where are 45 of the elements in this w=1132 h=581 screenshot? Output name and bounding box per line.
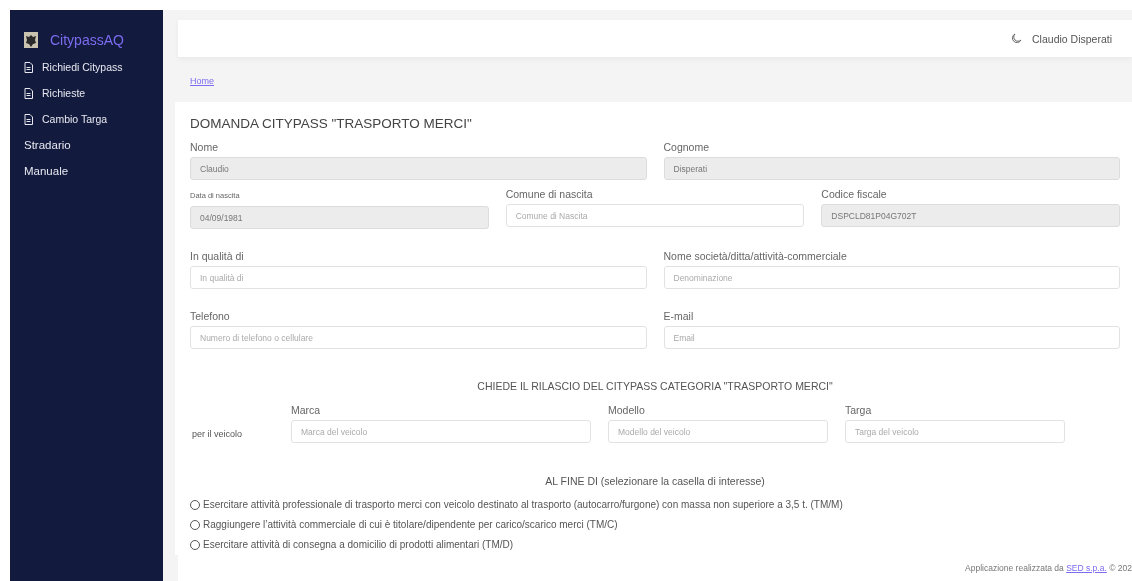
footer-credit: Applicazione realizzata da SED s.p.a. © 202: [965, 563, 1132, 573]
field-label: Targa: [845, 404, 873, 416]
sidebar-item[interactable]: Manuale: [10, 158, 163, 184]
sidebar-item[interactable]: Cambio Targa: [10, 106, 163, 132]
document-icon: [24, 87, 33, 99]
form-title: DOMANDA CITYPASS "TRASPORTO MERCI": [190, 116, 473, 131]
field-label: In qualità di: [190, 250, 245, 262]
field-label: Modello: [608, 404, 646, 416]
field-label: Telefono: [190, 310, 231, 322]
field-label: Cognome: [663, 141, 711, 153]
input-field[interactable]: Targa del veicolo: [845, 420, 1065, 443]
field-label: Comune di nascita: [505, 188, 594, 200]
field-label: Nome società/ditta/attività-commerciale: [663, 250, 848, 262]
field-label: E-mail: [663, 310, 695, 322]
input-field[interactable]: Marca del veicolo: [291, 420, 591, 443]
radio-option[interactable]: Raggiungere l’attività commerciale di cui è titolare/dipendente per carico/scarico merci (TM/C): [190, 519, 1120, 530]
radio-option[interactable]: Esercitare attività di consegna a domicilio di prodotti alimentari (TM/D): [190, 539, 1120, 550]
input-field[interactable]: Claudio: [190, 157, 647, 180]
breadcrumb-link[interactable]: Home: [190, 76, 214, 86]
field-label: Marca: [291, 404, 322, 416]
section-heading: CHIEDE IL RILASCIO DEL CITYPASS CATEGORIA "TRASPORTO MERCI": [476, 380, 834, 392]
input-field[interactable]: Email: [663, 326, 1120, 349]
brand-name: CitypassAQ: [50, 32, 124, 48]
sidebar-item[interactable]: Stradario: [10, 132, 163, 158]
coat-of-arms-icon: [24, 32, 38, 48]
input-field[interactable]: Modello del veicolo: [608, 420, 828, 443]
field-label: Nome: [190, 141, 219, 153]
vehicle-label: per il veicolo: [191, 429, 244, 441]
sidebar-item[interactable]: Richieste: [10, 80, 163, 106]
document-icon: [24, 61, 33, 73]
moon-icon[interactable]: [1011, 33, 1023, 44]
input-field[interactable]: Comune di Nascita: [505, 204, 805, 227]
input-field[interactable]: DSPCLD81P04G702T: [821, 204, 1120, 227]
company-link[interactable]: SED s.p.a.: [1066, 563, 1107, 573]
input-field[interactable]: 04/09/1981: [190, 206, 489, 229]
field-label: Codice fiscale: [821, 188, 888, 200]
input-field[interactable]: Disperati: [663, 157, 1120, 180]
input-field[interactable]: Numero di telefono o cellulare: [190, 326, 647, 349]
radio-option[interactable]: Esercitare attività professionale di trasporto merci con veicolo destinato al trasporto (autocarro/furgone) con massa non superiore a 3,5 t. (TM/M): [190, 499, 1120, 510]
input-field[interactable]: In qualità di: [190, 266, 647, 289]
input-field[interactable]: Denominazione: [663, 266, 1120, 289]
section-heading: AL FINE DI (selezionare la casella di interesse): [544, 475, 766, 487]
user-name[interactable]: Claudio Disperati: [1032, 32, 1112, 45]
sidebar-item[interactable]: Richiedi Citypass: [10, 54, 163, 80]
document-icon: [24, 113, 33, 125]
